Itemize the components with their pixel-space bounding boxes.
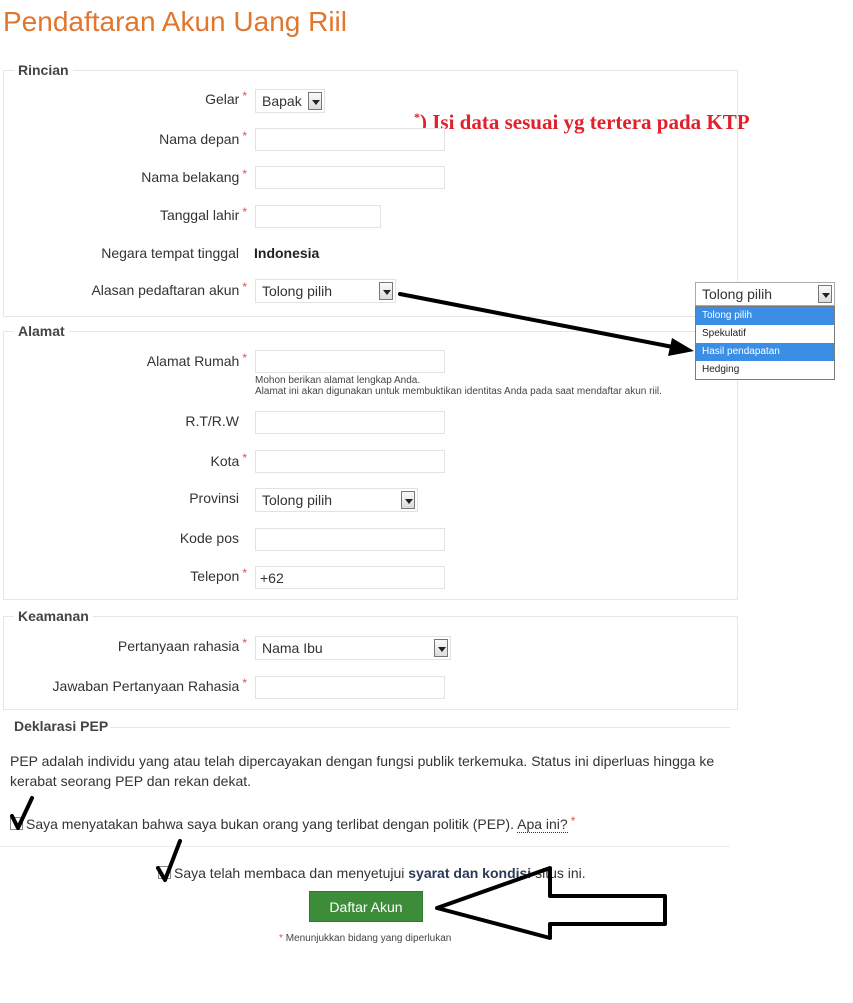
chevron-down-icon [434, 639, 448, 657]
gelar-select[interactable]: Bapak [255, 89, 325, 113]
nama-depan-input[interactable] [255, 128, 445, 151]
pep-divider [110, 727, 730, 728]
negara-value: Indonesia [254, 245, 320, 261]
pep-legend: Deklarasi PEP [14, 718, 109, 734]
kota-input[interactable] [255, 450, 445, 473]
rt-rw-label: R.T/R.W [185, 413, 239, 429]
required-note: * Menunjukkan bidang yang diperlukan [279, 933, 452, 944]
alamat-rumah-input[interactable] [255, 350, 445, 373]
nama-belakang-input[interactable] [255, 166, 445, 189]
terms-checkbox[interactable] [158, 866, 171, 879]
alasan-option[interactable]: Hedging [696, 361, 834, 379]
chevron-down-icon [818, 285, 832, 303]
alasan-option[interactable]: Spekulatif [696, 325, 834, 343]
daftar-akun-button[interactable]: Daftar Akun [309, 891, 423, 922]
pep-checkbox-label: Saya menyatakan bahwa saya bukan orang y… [26, 816, 514, 832]
divider [0, 846, 730, 847]
alasan-popup-select[interactable]: Tolong pilih [695, 282, 835, 306]
terms-link[interactable]: syarat dan kondisi [408, 865, 531, 881]
nama-belakang-label: Nama belakang * [141, 167, 247, 185]
keamanan-legend: Keamanan [18, 608, 89, 624]
alamat-legend: Alamat [18, 323, 65, 339]
tanggal-lahir-label: Tanggal lahir * [159, 205, 247, 223]
alasan-label: Alasan pedaftaran akun * [91, 280, 247, 298]
page-title: Pendaftaran Akun Uang Riil [3, 6, 347, 37]
alamat-help-1: Mohon berikan alamat lengkap Anda. [255, 375, 421, 386]
alasan-select[interactable]: Tolong pilih [255, 279, 396, 303]
nama-depan-label: Nama depan * [159, 129, 247, 147]
alamat-help-2: Alamat ini akan digunakan untuk membukti… [255, 386, 662, 397]
jawaban-input[interactable] [255, 676, 445, 699]
alasan-option[interactable]: Tolong pilih [696, 307, 834, 325]
negara-label: Negara tempat tinggal [101, 245, 239, 261]
kota-label: Kota * [210, 451, 247, 469]
pep-info-link[interactable]: Apa ini? [517, 816, 568, 833]
rincian-legend: Rincian [18, 62, 69, 78]
kode-pos-label: Kode pos [179, 530, 239, 546]
telepon-label: Telepon * [190, 566, 247, 584]
pertanyaan-label: Pertanyaan rahasia * [117, 636, 247, 654]
terms-checkbox-row: Saya telah membaca dan menyetujui syarat… [158, 865, 586, 881]
alasan-popup-list: Tolong pilih Spekulatif Hasil pendapatan… [695, 306, 835, 380]
telepon-input[interactable] [255, 566, 445, 589]
alamat-rumah-label: Alamat Rumah * [146, 351, 247, 369]
rt-rw-input[interactable] [255, 411, 445, 434]
chevron-down-icon [379, 282, 393, 300]
tanggal-lahir-input[interactable] [255, 205, 381, 228]
chevron-down-icon [401, 491, 415, 509]
pep-description: PEP adalah individu yang atau telah dipe… [10, 753, 715, 789]
alasan-option[interactable]: Hasil pendapatan [696, 343, 834, 361]
pep-checkbox[interactable] [10, 817, 23, 830]
gelar-label: Gelar * [205, 89, 247, 107]
provinsi-label: Provinsi [189, 490, 239, 506]
pertanyaan-select[interactable]: Nama Ibu [255, 636, 451, 660]
pep-checkbox-row: Saya menyatakan bahwa saya bukan orang y… [10, 814, 575, 833]
chevron-down-icon [308, 92, 322, 110]
jawaban-label: Jawaban Pertanyaan Rahasia * [52, 676, 247, 694]
kode-pos-input[interactable] [255, 528, 445, 551]
provinsi-select[interactable]: Tolong pilih [255, 488, 418, 512]
